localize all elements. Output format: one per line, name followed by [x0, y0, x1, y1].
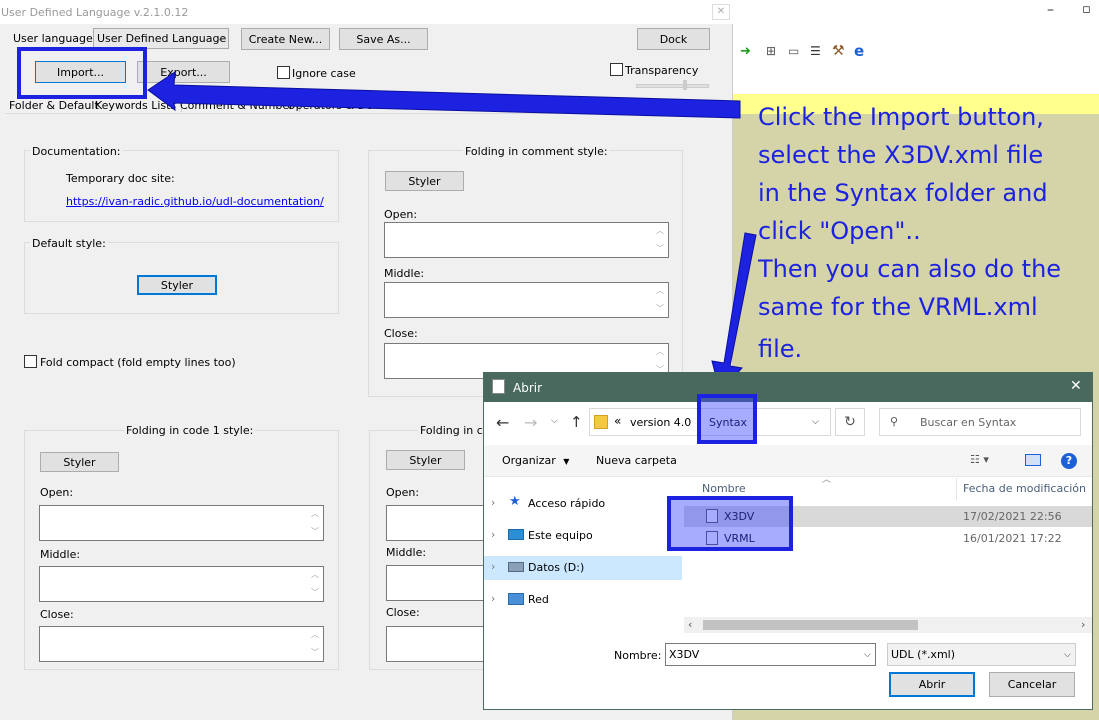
nav-label: Red: [528, 593, 549, 606]
path-folder[interactable]: version 4.0: [630, 416, 691, 429]
column-divider[interactable]: [956, 478, 957, 500]
expand-chevron-icon: ›: [491, 496, 496, 509]
forward-arrow-icon[interactable]: →: [524, 413, 537, 432]
view-options-icon[interactable]: ☷ ▾: [970, 453, 989, 466]
path-prefix: «: [614, 414, 622, 428]
nav-item-quick-access[interactable]: › ★ Acceso rápido: [484, 492, 682, 516]
open-button[interactable]: Abrir: [889, 672, 975, 697]
horizontal-scrollbar[interactable]: ‹ ›: [684, 617, 1092, 633]
preview-pane-icon[interactable]: [1025, 454, 1041, 466]
file-date: 17/02/2021 22:56: [963, 510, 1062, 523]
filter-value: UDL (*.xml): [891, 648, 956, 661]
column-header-name[interactable]: Nombre: [702, 482, 746, 495]
filter-select[interactable]: UDL (*.xml) ⌵: [887, 643, 1076, 666]
network-icon: [508, 593, 524, 605]
open-dialog-titlebar: Abrir ✕: [484, 373, 1092, 402]
chevron-down-icon: ⌵: [1064, 649, 1071, 660]
arrow-to-import: [147, 71, 741, 119]
scroll-right-icon[interactable]: ›: [1081, 618, 1085, 631]
sort-chevron-icon: ︿: [822, 475, 832, 485]
help-icon[interactable]: ?: [1061, 453, 1077, 469]
file-date: 16/01/2021 17:22: [963, 532, 1062, 545]
recent-chevron-icon[interactable]: ⌵: [551, 416, 558, 426]
nav-label: Datos (D:): [528, 561, 585, 574]
command-bar: Organizar ▼ Nueva carpeta ☷ ▾ ?: [484, 445, 1092, 477]
arrow-to-syntax: [711, 232, 757, 394]
scroll-thumb[interactable]: [703, 620, 918, 630]
refresh-button[interactable]: ↻: [835, 408, 865, 436]
filename-value: X3DV: [669, 648, 700, 661]
nav-label: Este equipo: [528, 529, 593, 542]
expand-chevron-icon: ›: [491, 592, 496, 605]
filename-input[interactable]: X3DV ⌵: [665, 643, 876, 666]
expand-chevron-icon: ›: [491, 560, 496, 573]
search-placeholder: Buscar en Syntax: [920, 416, 1017, 429]
files-highlight: [667, 496, 793, 551]
organize-button[interactable]: Organizar ▼: [502, 454, 569, 467]
organize-chevron-icon: ▼: [563, 457, 570, 466]
star-icon: ★: [509, 494, 521, 509]
organize-label: Organizar: [502, 454, 556, 467]
back-arrow-icon[interactable]: ←: [496, 413, 509, 432]
cancel-button[interactable]: Cancelar: [989, 672, 1075, 697]
search-box[interactable]: ⚲ Buscar en Syntax: [879, 408, 1081, 436]
up-arrow-icon[interactable]: ↑: [570, 413, 583, 431]
folder-icon: [594, 415, 608, 429]
open-dialog-title: Abrir: [513, 381, 543, 395]
computer-icon: [508, 529, 524, 540]
nav-label: Acceso rápido: [528, 497, 606, 510]
scroll-left-icon[interactable]: ‹: [688, 618, 692, 631]
expand-chevron-icon: ›: [491, 528, 496, 541]
address-chevron-icon[interactable]: ⌵: [812, 417, 819, 427]
dialog-close-icon[interactable]: ✕: [1070, 378, 1082, 394]
nav-item-this-pc[interactable]: › Este equipo: [484, 524, 682, 548]
new-folder-button[interactable]: Nueva carpeta: [596, 454, 677, 467]
chevron-down-icon: ⌵: [864, 649, 871, 660]
column-header-date[interactable]: Fecha de modificación: [963, 482, 1086, 495]
notepad-icon: [492, 379, 505, 394]
nav-item-datos-d[interactable]: › Datos (D:): [484, 556, 682, 580]
nav-item-network[interactable]: › Red: [484, 588, 682, 612]
drive-icon: [508, 562, 524, 572]
filename-label: Nombre:: [614, 649, 662, 662]
syntax-highlight: [697, 394, 757, 444]
nav-pane: › ★ Acceso rápido › Este equipo › Datos …: [484, 478, 684, 628]
search-icon: ⚲: [890, 415, 899, 428]
